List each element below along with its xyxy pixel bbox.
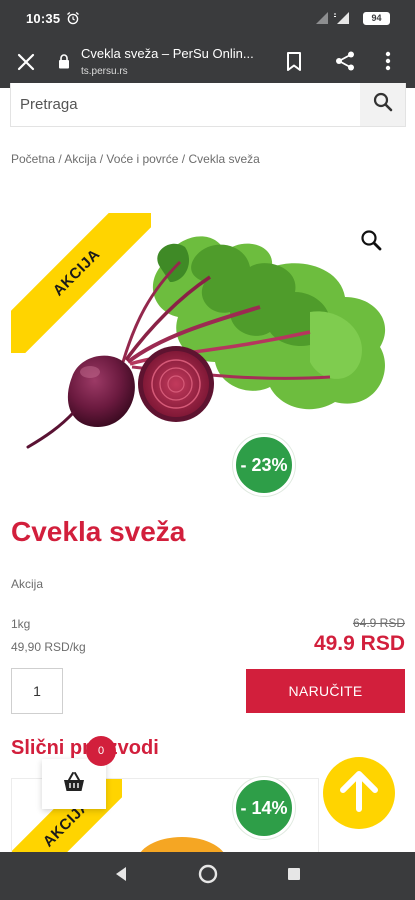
basket-icon bbox=[62, 771, 86, 798]
status-time: 10:35 bbox=[26, 11, 61, 26]
browser-toolbar: Cvekla sveža – PerSu Onlin... ts.persu.r… bbox=[0, 38, 415, 88]
share-icon[interactable] bbox=[334, 50, 356, 77]
order-button[interactable]: NARUČITE bbox=[246, 669, 405, 713]
cart-button[interactable] bbox=[42, 759, 106, 809]
quantity-input[interactable] bbox=[11, 668, 63, 714]
breadcrumb-akcija[interactable]: Akcija bbox=[64, 152, 96, 166]
more-vert-icon[interactable] bbox=[385, 51, 391, 76]
product-unit-price: 49,90 RSD/kg bbox=[11, 640, 86, 654]
alarm-icon bbox=[66, 11, 80, 30]
scroll-top-button[interactable] bbox=[323, 757, 395, 829]
search-icon bbox=[373, 92, 393, 117]
sale-ribbon-label: AKCIJA bbox=[11, 213, 151, 353]
system-nav-bar bbox=[0, 852, 415, 900]
close-icon[interactable] bbox=[16, 52, 36, 77]
search-button[interactable] bbox=[360, 83, 405, 126]
discount-badge: - 23% bbox=[233, 434, 295, 496]
product-name: Cvekla sveža bbox=[11, 516, 186, 547]
current-price: 49.9 RSD bbox=[313, 632, 405, 655]
recents-square-icon bbox=[287, 867, 301, 886]
card-discount-badge: - 14% bbox=[233, 777, 295, 839]
bookmark-icon[interactable] bbox=[285, 51, 303, 77]
back-triangle-icon bbox=[114, 866, 128, 887]
breadcrumb-current: Cvekla sveža bbox=[188, 152, 260, 166]
battery-icon: 94 bbox=[363, 12, 390, 25]
breadcrumb: Početna / Akcija / Voće i povrće / Cvekl… bbox=[11, 152, 260, 166]
old-price: 64.9 RSD bbox=[352, 616, 405, 630]
product-unit: 1kg bbox=[11, 617, 31, 631]
cart-count-badge: 0 bbox=[86, 736, 116, 766]
nav-back-button[interactable] bbox=[91, 852, 151, 900]
arrow-up-icon bbox=[338, 769, 380, 818]
search-input[interactable] bbox=[11, 83, 361, 126]
breadcrumb-home[interactable]: Početna bbox=[11, 152, 55, 166]
similar-products-heading: Slični proizvodi bbox=[11, 737, 159, 759]
lock-icon[interactable] bbox=[58, 54, 70, 74]
search-bar bbox=[10, 83, 406, 127]
page: 10:35 94 Cvekla sveža – PerSu Onlin... t… bbox=[0, 0, 415, 900]
breadcrumb-voce-povrce[interactable]: Voće i povrće bbox=[106, 152, 178, 166]
page-title: Cvekla sveža – PerSu Onlin... bbox=[81, 46, 254, 61]
url-text[interactable]: ts.persu.rs bbox=[81, 66, 128, 77]
product-category[interactable]: Akcija bbox=[11, 577, 43, 591]
signal-icon bbox=[315, 11, 359, 30]
status-bar: 10:35 94 bbox=[0, 0, 415, 38]
nav-home-button[interactable] bbox=[178, 852, 238, 900]
zoom-icon[interactable] bbox=[360, 229, 382, 256]
sale-ribbon: AKCIJA bbox=[11, 213, 151, 353]
home-circle-icon bbox=[198, 864, 218, 889]
nav-recents-button[interactable] bbox=[264, 852, 324, 900]
